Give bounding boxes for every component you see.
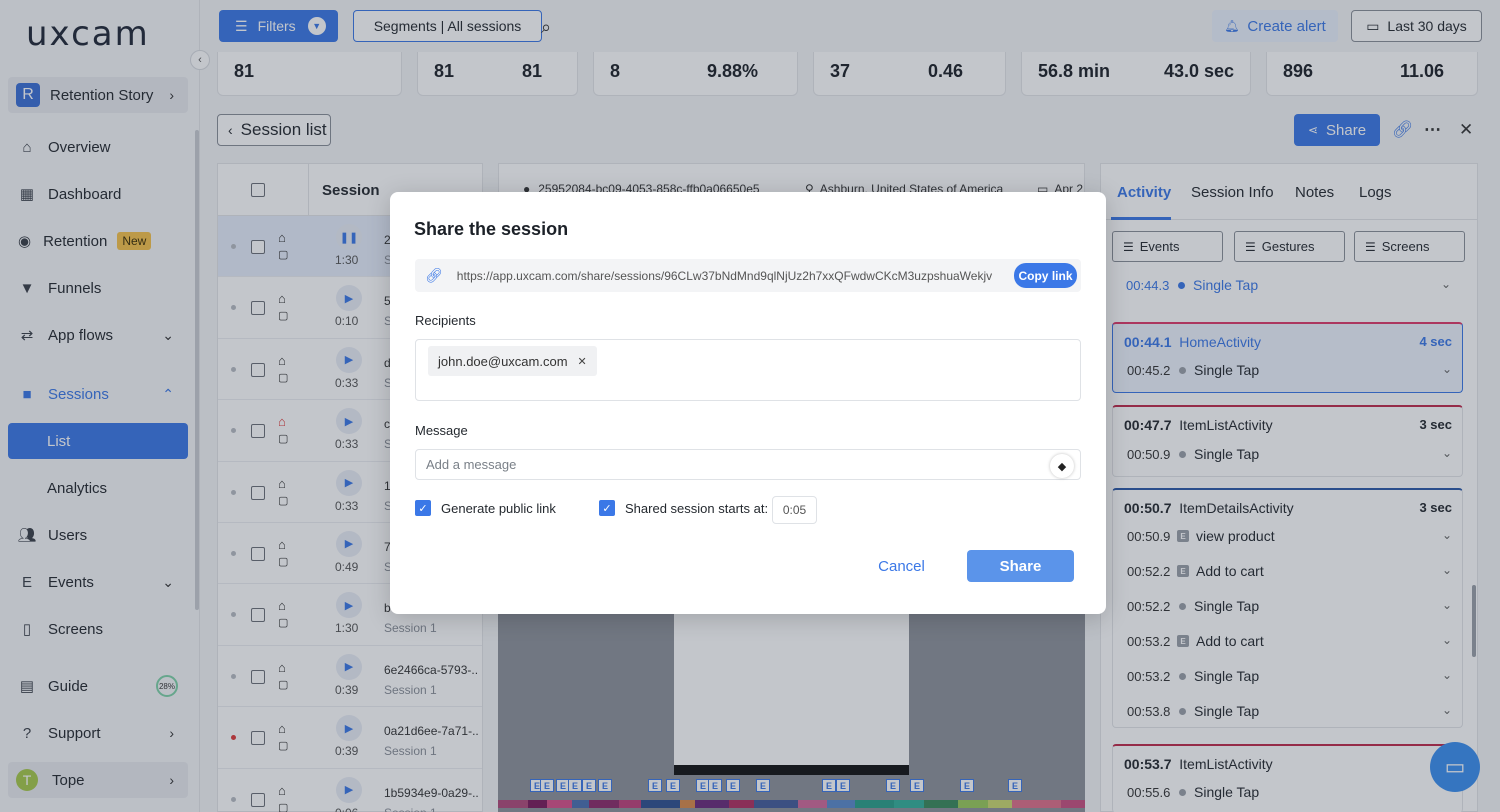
remove-recipient-icon[interactable]: ✕ xyxy=(578,355,587,368)
link-icon: 🔗︎ xyxy=(425,267,443,283)
public-link-label: Generate public link xyxy=(441,500,556,516)
share-link-box: 🔗︎ https://app.uxcam.com/share/sessions/… xyxy=(415,259,1081,292)
start-time-checkbox[interactable]: ✓ xyxy=(599,500,615,516)
recipient-email: john.doe@uxcam.com xyxy=(438,353,568,369)
cancel-button[interactable]: Cancel xyxy=(863,550,940,582)
start-time-input[interactable]: 0:05 xyxy=(772,496,817,524)
recipient-chip: john.doe@uxcam.com ✕ xyxy=(428,346,597,376)
copy-link-button[interactable]: Copy link xyxy=(1014,263,1077,288)
ai-assist-icon[interactable]: ◆ xyxy=(1050,454,1074,478)
share-button[interactable]: Share xyxy=(967,550,1074,582)
public-link-checkbox[interactable]: ✓ xyxy=(415,500,431,516)
message-input[interactable]: Add a message ◆ xyxy=(415,449,1081,480)
start-time-label: Shared session starts at: xyxy=(625,500,769,516)
recipients-label: Recipients xyxy=(415,313,476,328)
recipients-input[interactable]: john.doe@uxcam.com ✕ xyxy=(415,339,1081,401)
message-label: Message xyxy=(415,423,468,438)
share-session-modal: Share the session 🔗︎ https://app.uxcam.c… xyxy=(390,192,1106,614)
share-url[interactable]: https://app.uxcam.com/share/sessions/96C… xyxy=(457,269,1009,283)
modal-title: Share the session xyxy=(414,219,569,239)
message-placeholder: Add a message xyxy=(426,457,517,472)
generate-public-link-option[interactable]: ✓ Generate public link xyxy=(415,500,556,516)
start-time-option[interactable]: ✓ Shared session starts at: xyxy=(599,500,768,516)
